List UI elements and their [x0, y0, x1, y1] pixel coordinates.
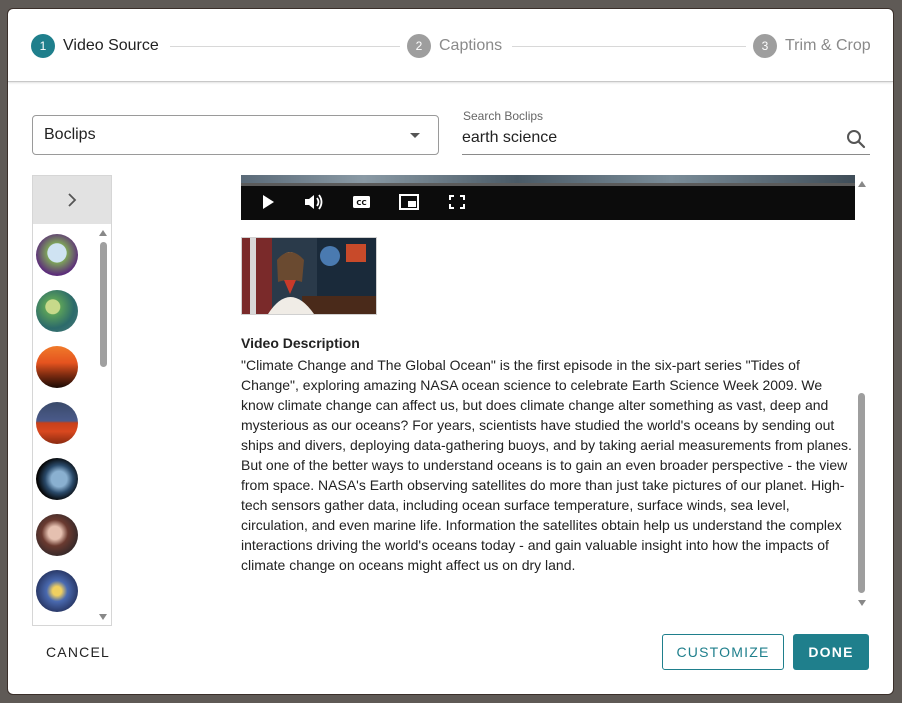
step-number: 3: [753, 34, 777, 58]
step-label: Video Source: [63, 37, 159, 54]
done-button[interactable]: DONE: [793, 634, 869, 670]
closed-captions-icon[interactable]: CC: [351, 192, 373, 212]
scroll-up-arrow-icon[interactable]: [99, 230, 107, 236]
video-description-title: Video Description: [241, 335, 360, 351]
search-label: Search Boclips: [463, 109, 544, 123]
video-thumbnail[interactable]: [36, 290, 78, 332]
step-trim-crop[interactable]: 3 Trim & Crop: [753, 34, 871, 58]
step-number: 2: [407, 34, 431, 58]
search-field: Search Boclips: [462, 109, 870, 155]
step-connector: [170, 46, 400, 47]
scrollbar-thumb[interactable]: [858, 393, 865, 593]
expand-thumbnails-button[interactable]: [33, 176, 111, 224]
video-description-text: "Climate Change and The Global Ocean" is…: [241, 357, 852, 573]
step-connector: [512, 46, 746, 47]
cancel-button[interactable]: CANCEL: [46, 637, 136, 667]
video-preview-thumbnail[interactable]: [241, 237, 377, 315]
chevron-right-icon: [68, 193, 77, 207]
scroll-up-arrow-icon[interactable]: [858, 181, 866, 187]
thumbnail-panel: [32, 175, 112, 626]
play-icon[interactable]: [257, 192, 279, 212]
step-captions[interactable]: 2 Captions: [407, 34, 502, 58]
search-input[interactable]: [462, 127, 832, 149]
dropdown-arrow-icon: [410, 133, 420, 138]
search-icon[interactable]: [846, 129, 866, 154]
step-video-source[interactable]: 1 Video Source: [31, 34, 159, 58]
scroll-down-arrow-icon[interactable]: [99, 614, 107, 620]
content-scrollbar[interactable]: [856, 179, 868, 611]
scrollbar-thumb[interactable]: [100, 242, 107, 367]
video-source-select[interactable]: Boclips: [32, 115, 439, 155]
scroll-down-arrow-icon[interactable]: [858, 600, 866, 606]
video-thumbnail[interactable]: [36, 346, 78, 388]
stepper: 1 Video Source 2 Captions 3 Trim & Crop: [8, 9, 893, 82]
video-thumbnail[interactable]: [36, 514, 78, 556]
video-thumbnail[interactable]: [36, 402, 78, 444]
video-thumbnail[interactable]: [36, 234, 78, 276]
svg-text:CC: CC: [356, 199, 366, 207]
step-label: Trim & Crop: [785, 37, 871, 54]
video-player[interactable]: CC: [241, 175, 855, 220]
video-source-dialog: 1 Video Source 2 Captions 3 Trim & Crop …: [7, 8, 894, 695]
video-thumbnail[interactable]: [36, 458, 78, 500]
step-label: Captions: [439, 37, 503, 54]
video-progress-bar[interactable]: [241, 183, 855, 186]
picture-in-picture-icon[interactable]: [398, 192, 420, 212]
thumbnail-scrollbar[interactable]: [97, 224, 109, 625]
customize-button[interactable]: CUSTOMIZE: [662, 634, 784, 670]
video-thumbnail[interactable]: [36, 570, 78, 612]
source-select-value: Boclips: [44, 126, 96, 143]
step-number: 1: [31, 34, 55, 58]
volume-icon[interactable]: [303, 192, 325, 212]
fullscreen-icon[interactable]: [446, 192, 468, 212]
